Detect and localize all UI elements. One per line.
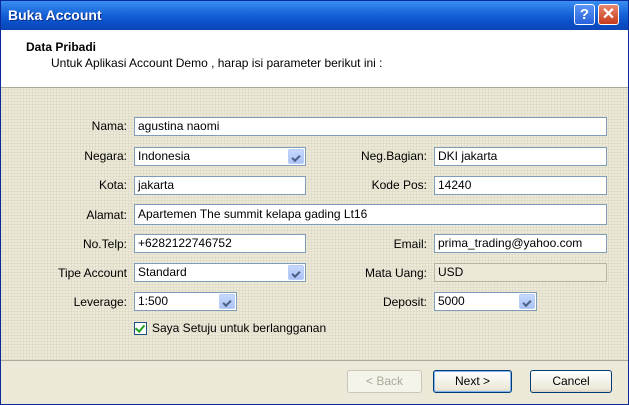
close-icon[interactable]: ✕ <box>598 4 619 25</box>
nama-input[interactable]: agustina naomi <box>134 117 607 136</box>
window-title: Buka Account <box>8 7 102 23</box>
cancel-button[interactable]: Cancel <box>530 370 612 393</box>
neg-bagian-input[interactable]: DKI jakarta <box>434 147 607 166</box>
checkmark-icon <box>134 322 146 333</box>
no-telp-input[interactable]: +6282122746752 <box>134 234 306 253</box>
chevron-down-icon[interactable] <box>519 294 535 309</box>
negara-value: Indonesia <box>138 149 191 163</box>
leverage-select[interactable]: 1:500 <box>134 292 237 311</box>
back-button[interactable]: < Back <box>347 370 422 393</box>
negara-select[interactable]: Indonesia <box>134 147 306 166</box>
leverage-label: Leverage: <box>73 295 127 309</box>
leverage-value: 1:500 <box>138 294 169 308</box>
nama-label: Nama: <box>91 119 127 133</box>
chevron-down-icon[interactable] <box>288 149 304 164</box>
alamat-label: Alamat: <box>86 208 127 222</box>
title-bar[interactable]: Buka Account ? ✕ <box>1 1 628 30</box>
chevron-down-icon[interactable] <box>219 294 235 309</box>
wizard-header: Data Pribadi Untuk Aplikasi Account Demo… <box>1 30 628 88</box>
section-subtitle: Untuk Aplikasi Account Demo , harap isi … <box>51 56 383 70</box>
deposit-label: Deposit: <box>382 295 427 309</box>
agree-checkbox[interactable] <box>134 322 147 335</box>
alamat-input[interactable]: Apartemen The summit kelapa gading Lt16 <box>134 204 607 225</box>
tipe-account-value: Standard <box>138 265 187 279</box>
buka-account-dialog: Buka Account ? ✕ Data Pribadi Untuk Apli… <box>0 0 629 405</box>
kode-pos-label: Kode Pos: <box>371 178 427 192</box>
tipe-account-label: Tipe Account <box>58 266 127 280</box>
section-title: Data Pribadi <box>26 40 97 54</box>
mata-uang-field: USD <box>434 263 607 282</box>
neg-bagian-label: Neg.Bagian: <box>360 149 427 163</box>
deposit-value: 5000 <box>438 294 465 308</box>
email-input[interactable]: prima_trading@yahoo.com <box>434 234 607 253</box>
tipe-account-select[interactable]: Standard <box>134 263 306 282</box>
email-label: Email: <box>393 237 427 251</box>
kota-label: Kota: <box>98 178 127 192</box>
help-icon[interactable]: ? <box>574 4 595 25</box>
no-telp-label: No.Telp: <box>82 237 127 251</box>
kota-input[interactable]: jakarta <box>134 176 306 195</box>
button-bar: < Back Next > Cancel <box>1 360 628 404</box>
next-button[interactable]: Next > <box>433 370 512 393</box>
negara-label: Negara: <box>84 149 127 163</box>
agree-label[interactable]: Saya Setuju untuk berlangganan <box>152 321 326 335</box>
mata-uang-label: Mata Uang: <box>364 266 427 280</box>
chevron-down-icon[interactable] <box>288 265 304 280</box>
kode-pos-input[interactable]: 14240 <box>434 176 607 195</box>
deposit-select[interactable]: 5000 <box>434 292 537 311</box>
